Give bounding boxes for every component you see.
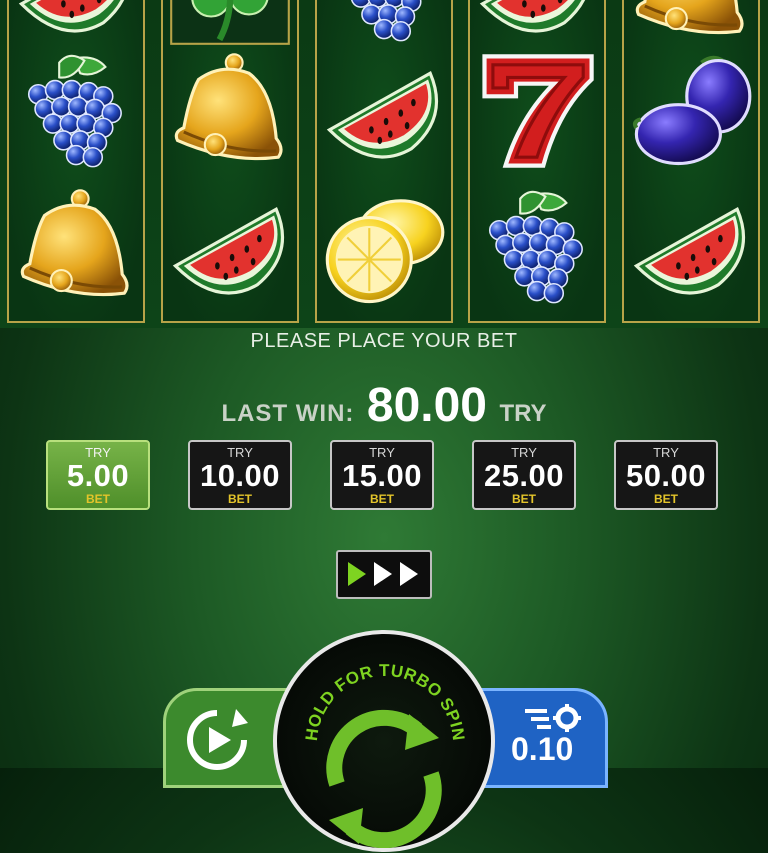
bet-option-1[interactable]: TRY 5.00 BET [46, 440, 150, 510]
watermelon-icon [628, 184, 754, 310]
speed-settings-icon [525, 704, 581, 732]
bet-option-4[interactable]: TRY 25.00 BET [472, 440, 576, 510]
plums-icon [628, 48, 754, 174]
bell-icon [628, 0, 754, 48]
bet-settings-button[interactable]: 0.10 [480, 688, 608, 788]
speed-value: 0.10 [511, 731, 574, 767]
autoplay-icon [187, 709, 248, 770]
bell-icon [167, 48, 293, 174]
reel-2 [161, 0, 299, 323]
bet-amount: 50.00 [625, 458, 707, 493]
grapes-icon [474, 184, 600, 310]
bet-label: BET [228, 492, 252, 506]
grapes-icon [321, 0, 447, 48]
bell-icon [13, 184, 139, 310]
bet-label: BET [512, 492, 536, 506]
spin-arrows-icon [326, 709, 442, 849]
bet-label: BET [370, 492, 394, 506]
bet-amount: 10.00 [199, 458, 281, 493]
reel-1 [7, 0, 145, 323]
clover-icon [167, 0, 293, 48]
bet-label: BET [86, 492, 110, 506]
last-win-label: LAST WIN: [221, 400, 355, 427]
fast-forward-button[interactable] [336, 550, 432, 599]
reel-4 [468, 0, 606, 323]
last-win-currency: TRY [499, 400, 547, 427]
grapes-icon [13, 48, 139, 174]
spin-button-graphic: HOLD FOR TURBO SPIN [302, 661, 468, 849]
seven-icon [474, 48, 600, 174]
reel-5 [622, 0, 760, 323]
last-win-display: LAST WIN: 80.00 TRY [0, 378, 768, 433]
lemon-icon [321, 184, 447, 310]
watermelon-icon [167, 184, 293, 310]
spin-label: HOLD FOR TURBO SPIN [302, 661, 468, 742]
fast-forward-icon [348, 562, 418, 586]
bet-amount: 25.00 [483, 458, 565, 493]
bet-option-3[interactable]: TRY 15.00 BET [330, 440, 434, 510]
svg-text:HOLD FOR TURBO SPIN: HOLD FOR TURBO SPIN [302, 661, 468, 742]
bet-prompt: PLEASE PLACE YOUR BET [250, 330, 518, 352]
bet-amount: 5.00 [66, 458, 130, 493]
reel-3 [315, 0, 453, 323]
watermelon-icon [474, 0, 600, 48]
last-win-value: 80.00 [366, 379, 487, 432]
bet-label: BET [654, 492, 678, 506]
bet-option-5[interactable]: TRY 50.00 BET [614, 440, 718, 510]
bet-amount: 15.00 [341, 458, 423, 493]
watermelon-icon [13, 0, 139, 48]
reels-area [0, 0, 768, 328]
spin-button[interactable]: HOLD FOR TURBO SPIN [273, 630, 495, 852]
bet-option-2[interactable]: TRY 10.00 BET [188, 440, 292, 510]
watermelon-icon [321, 48, 447, 174]
